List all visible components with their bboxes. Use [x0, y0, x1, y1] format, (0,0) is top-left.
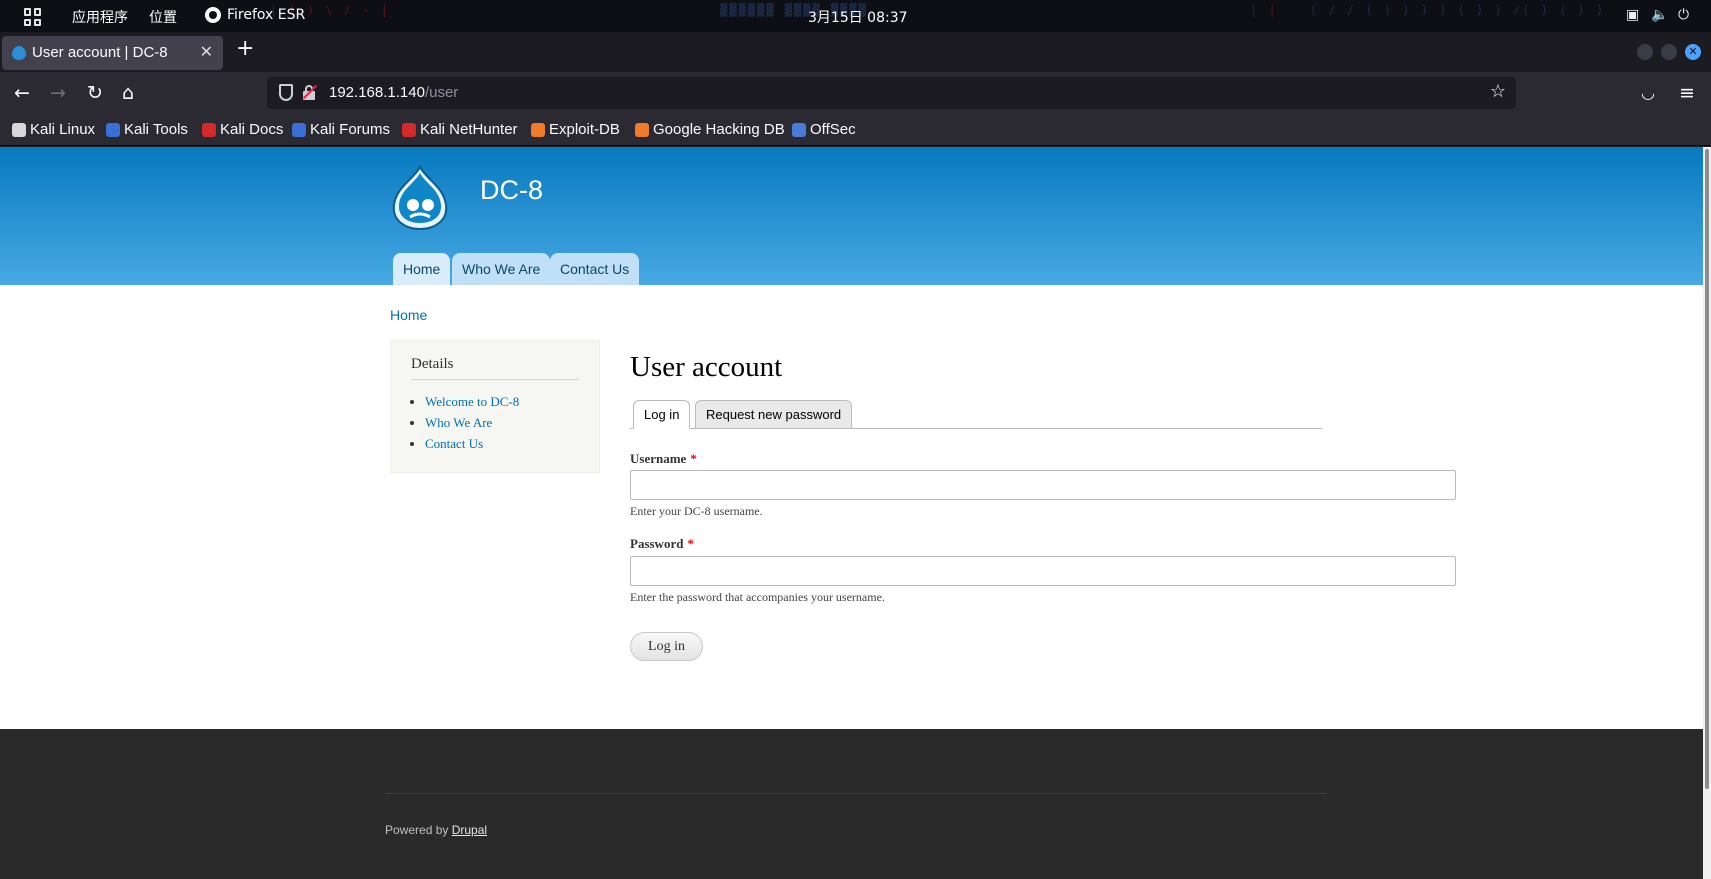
sidebar-link-contact-us[interactable]: Contact Us	[425, 436, 483, 451]
kali-nethunter-icon	[402, 122, 416, 137]
scrollbar-thumb[interactable]	[1705, 149, 1709, 789]
sidebar-details-block: Details Welcome to DC-8 Who We Are Conta…	[390, 340, 600, 473]
drupal-logo-icon[interactable]	[390, 165, 450, 231]
navigation-toolbar: ← → ↻ ⌂ 192.168.1.140/user ☆ ◡ ≡	[0, 72, 1711, 116]
primary-nav-home[interactable]: Home	[393, 253, 451, 285]
tab-log-in[interactable]: Log in	[633, 400, 691, 429]
drupal-link[interactable]: Drupal	[452, 823, 487, 837]
bookmark-star-icon[interactable]: ☆	[1490, 81, 1506, 102]
bookmark-kali-linux[interactable]: Kali Linux	[12, 121, 95, 138]
app-menu-icon[interactable]: ≡	[1679, 82, 1695, 104]
sidebar-link-welcome[interactable]: Welcome to DC-8	[425, 394, 519, 409]
bookmark-google-hacking-db[interactable]: Google Hacking DB	[635, 121, 785, 138]
breadcrumb-home-link[interactable]: Home	[390, 307, 427, 323]
tab-title: User account | DC-8	[32, 44, 168, 61]
applications-menu[interactable]: 应用程序	[72, 7, 128, 27]
minimize-window-button[interactable]	[1637, 44, 1653, 60]
drupal-favicon-icon	[12, 46, 26, 60]
username-input[interactable]	[630, 470, 1456, 500]
site-name[interactable]: DC-8	[480, 175, 543, 206]
forward-arrow-icon[interactable]: →	[50, 82, 66, 104]
address-bar[interactable]: 192.168.1.140/user ☆	[267, 77, 1516, 109]
password-description: Enter the password that accompanies your…	[630, 590, 885, 604]
insecure-lock-icon[interactable]	[302, 84, 318, 100]
sidebar-item: Welcome to DC-8	[425, 394, 519, 415]
power-icon[interactable]: ⏻	[1678, 7, 1689, 23]
sidebar-block-title: Details	[411, 356, 579, 380]
app-grid-icon[interactable]	[24, 8, 42, 26]
log-in-button[interactable]: Log in	[630, 632, 703, 661]
page-viewport: DC-8 Home Who We Are Contact Us Home Det…	[0, 147, 1703, 879]
kali-linux-icon	[12, 122, 26, 137]
bookmark-kali-docs[interactable]: Kali Docs	[202, 121, 283, 138]
back-arrow-icon[interactable]: ←	[14, 82, 30, 104]
site-header: DC-8 Home Who We Are Contact Us	[0, 147, 1703, 285]
google-hacking-db-icon	[635, 122, 649, 137]
sidebar-item: Who We Are	[425, 415, 519, 436]
bookmark-kali-tools[interactable]: Kali Tools	[106, 121, 188, 138]
primary-nav-contact-us[interactable]: Contact Us	[550, 253, 640, 285]
bookmark-kali-forums[interactable]: Kali Forums	[292, 121, 390, 138]
password-label: Password *	[630, 536, 694, 551]
exploit-db-icon	[531, 122, 545, 137]
bookmarks-toolbar: Kali Linux Kali Tools Kali Docs Kali For…	[0, 116, 1711, 146]
reload-icon[interactable]: ↻	[87, 82, 103, 104]
site-footer: Powered by Drupal	[0, 729, 1703, 879]
required-marker: *	[687, 536, 694, 551]
page-title: User account	[630, 351, 783, 383]
home-icon[interactable]: ⌂	[122, 82, 134, 104]
kali-tools-icon	[106, 122, 120, 137]
kali-forums-icon	[292, 122, 306, 137]
bookmark-exploit-db[interactable]: Exploit-DB	[531, 121, 620, 138]
bookmark-offsec[interactable]: OffSec	[792, 121, 856, 138]
powered-by-text: Powered by Drupal	[385, 823, 488, 837]
username-description: Enter your DC-8 username.	[630, 504, 763, 518]
pocket-icon[interactable]: ◡	[1641, 82, 1655, 104]
required-marker: *	[690, 451, 697, 466]
kali-docs-icon	[202, 122, 216, 137]
url-text[interactable]: 192.168.1.140/user	[329, 84, 458, 101]
sidebar-link-who-we-are[interactable]: Who We Are	[425, 415, 492, 430]
tab-request-new-password[interactable]: Request new password	[695, 400, 853, 429]
new-tab-button[interactable]: +	[236, 38, 254, 60]
bookmark-kali-nethunter[interactable]: Kali NetHunter	[402, 121, 518, 138]
sidebar-item: Contact Us	[425, 436, 519, 457]
maximize-window-button[interactable]	[1661, 44, 1677, 60]
browser-tab-active[interactable]: User account | DC-8 ✕	[2, 36, 223, 70]
sidebar-links: Welcome to DC-8 Who We Are Contact Us	[425, 394, 519, 457]
help-icon[interactable]: ▣	[1626, 7, 1639, 23]
offsec-icon	[792, 122, 806, 137]
tracking-shield-icon[interactable]	[279, 84, 293, 101]
firefox-icon	[205, 7, 221, 23]
volume-icon[interactable]: 🔈	[1651, 7, 1668, 23]
browser-tab-strip: User account | DC-8 ✕	[0, 32, 1711, 72]
places-menu[interactable]: 位置	[149, 7, 177, 27]
page-scrollbar[interactable]	[1703, 147, 1711, 879]
os-top-bar: | ( ) \ / - | ▓▓▓▓▓▓ ▓▓▓▓ ▓▓▓▓ | | ( / /…	[0, 0, 1711, 32]
clock[interactable]: 3月15日 08:37	[808, 7, 908, 27]
password-input[interactable]	[630, 556, 1456, 586]
close-window-button[interactable]: ✕	[1685, 44, 1701, 60]
primary-nav-who-we-are[interactable]: Who We Are	[452, 253, 551, 285]
active-app-label[interactable]: Firefox ESR	[227, 7, 305, 23]
footer-divider	[385, 793, 1327, 794]
username-label: Username *	[630, 451, 697, 466]
close-tab-icon[interactable]: ✕	[200, 42, 213, 62]
